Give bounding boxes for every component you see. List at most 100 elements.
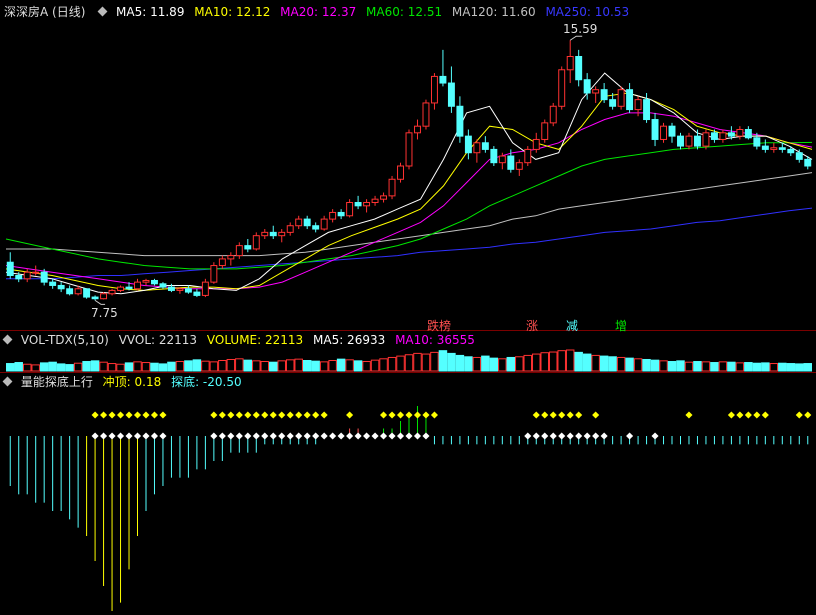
signal-dot [354,432,362,440]
candle-body [566,56,574,71]
volume-bar [48,361,57,372]
candle-body [329,211,337,220]
candle-body [252,235,260,250]
signal-dot [380,432,388,440]
candle-body [515,162,523,170]
volume-bar [599,355,609,372]
candle-body [320,218,328,230]
volume-bar [642,358,651,372]
signal-dot [159,432,167,440]
volume-bar [667,361,677,372]
volume-bar [413,352,422,372]
candle-body [702,132,710,147]
volume-bar [269,361,278,372]
signal-dot [753,411,761,419]
candle-body [312,225,320,230]
candle-body [193,291,201,296]
candle-body [176,288,184,291]
signal-dot [159,411,167,419]
volume-bar [506,356,516,372]
candle-body [134,281,141,290]
signal-dot [91,432,99,440]
volume-bar [693,361,702,372]
signal-dot [244,411,252,419]
candle-body [108,289,116,295]
volume-bar [515,356,524,372]
signal-dot [566,411,574,419]
volume-bar [387,356,397,372]
candle-body [532,138,540,150]
volume-bar [243,359,253,372]
volume-bar [684,361,694,372]
ma250-line [6,207,813,280]
signal-dot [108,432,116,440]
signal-dot [549,411,557,419]
volume-bar [430,351,439,372]
candle-body [626,89,634,111]
candle-body [159,283,167,288]
volume-bar [124,362,134,372]
candle-body [117,286,125,291]
candle-body [397,165,404,180]
volume-bar [328,360,337,372]
volume-bar [616,356,626,372]
candle-body [753,137,761,147]
candle-body [227,255,235,260]
volume-bar [14,362,23,372]
signal-dot [388,432,396,440]
candle-body [414,125,421,134]
candle-body [464,135,472,154]
signal-dot [269,432,277,440]
candle-body [600,89,608,101]
volume-bar [778,362,787,372]
volume-bar [201,360,210,372]
signal-dot [100,432,108,440]
candle-body [15,275,23,280]
candle-body [727,132,735,137]
signal-dot [575,411,583,419]
candle-body [405,132,413,167]
signal-dot [133,432,142,440]
volume-bar [438,350,448,372]
candle-body [371,198,379,204]
candle-body [286,225,294,233]
volume-bar [6,363,15,372]
candle-body [422,102,430,127]
candle-body [125,286,133,290]
signal-dot [795,411,803,419]
volume-bar [803,363,813,372]
volume-bar [158,363,168,372]
candle-body [295,218,303,227]
volume-bar [82,361,91,372]
signal-dot [252,411,260,419]
signal-dot [388,411,396,419]
volume-bar [735,362,745,372]
candle-body [583,79,591,94]
candle-body [439,75,447,84]
candle-body [693,135,701,147]
volume-bar [591,354,600,372]
candle-body [83,288,91,298]
volume-bar [99,361,108,372]
volume-bar [701,361,711,372]
volume-bar [786,363,796,372]
chart-canvas[interactable] [0,0,816,615]
candle-body [549,105,557,124]
candle-body [354,202,362,207]
candle-body [57,284,65,290]
candle-body [142,279,150,283]
signal-dot [261,411,269,419]
signal-dot [761,411,769,419]
signal-dot [320,411,328,419]
candle-body [558,69,566,107]
candle-body [100,293,108,300]
volume-bar [795,363,804,372]
signal-dot [541,411,549,419]
signal-dot [320,432,328,440]
volume-bar [31,364,40,372]
volume-bar [744,362,753,372]
signal-dot [380,411,388,419]
volume-bar [532,353,541,372]
volume-bar [311,360,320,372]
volume-bar [565,349,575,372]
